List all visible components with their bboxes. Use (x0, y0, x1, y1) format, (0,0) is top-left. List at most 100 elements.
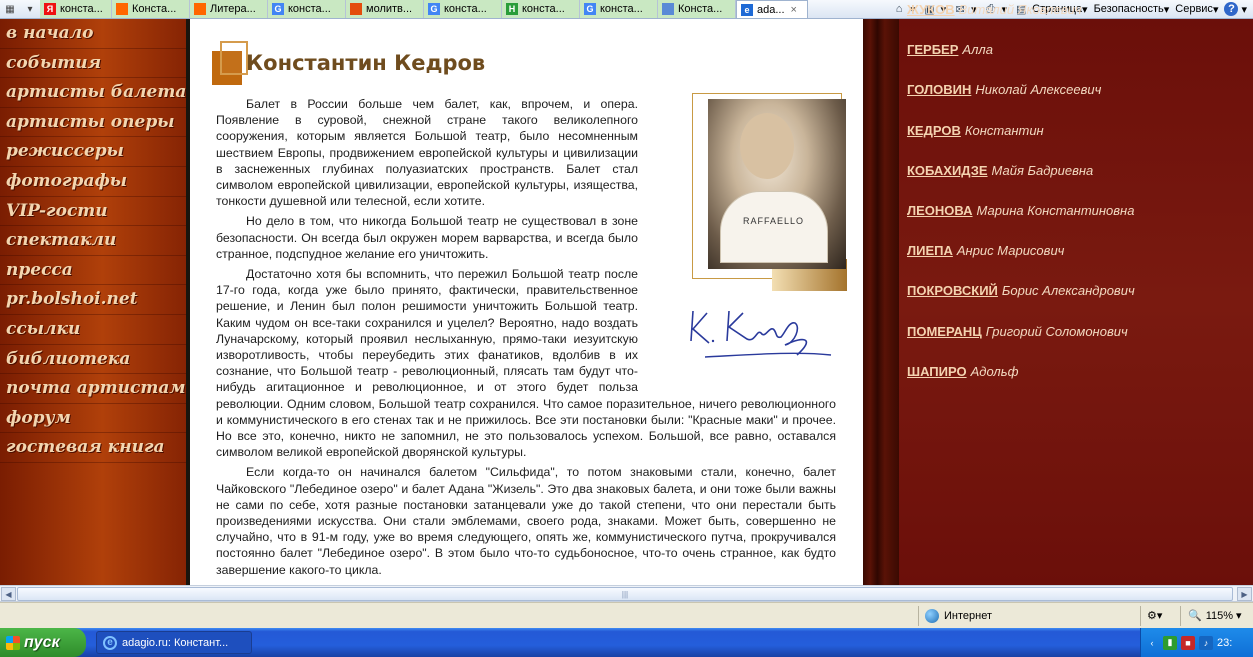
person-surname-link[interactable]: КЕДРОВ (907, 123, 961, 138)
taskbar-window-button[interactable]: e adagio.ru: Констант... (96, 631, 252, 654)
close-tab-icon[interactable]: × (791, 4, 797, 16)
horizontal-scrollbar[interactable]: ◀ ||| ▶ (0, 585, 1253, 602)
person-surname-link[interactable]: ПОКРОВСКИЙ (907, 283, 998, 298)
zoom-icon: 🔍 (1188, 610, 1202, 622)
service-menu[interactable]: Сервис ▾ (1175, 3, 1218, 16)
nav-item[interactable]: режиссеры (0, 137, 186, 167)
browser-tab-label: Литера... (210, 3, 256, 15)
browser-tab[interactable]: Нконста... (502, 0, 580, 18)
photo-spacer (646, 92, 846, 382)
google-icon: G (428, 3, 440, 15)
browser-tab-label: Конста... (678, 3, 723, 15)
browser-tab[interactable]: Gконста... (424, 0, 502, 18)
person-entry: ПОКРОВСКИЙ Борис Александрович (907, 283, 1135, 298)
person-entry: ЖУКОВ Виталий Яковлевич (907, 2, 1082, 17)
person-given-name: Алла (962, 42, 993, 58)
nav-item[interactable]: почта артистам (0, 374, 186, 404)
browser-tab[interactable]: молитв... (346, 0, 424, 18)
person-surname-link[interactable]: ПОМЕРАНЦ (907, 324, 982, 339)
nav-item[interactable]: фотографы (0, 167, 186, 197)
person-entry: ГОЛОВИН Николай Алексеевич (907, 82, 1101, 97)
tab-list-chevron-icon[interactable]: ▾ (22, 2, 38, 16)
browser-tab-label: молитв... (366, 3, 413, 15)
start-label: пуск (24, 633, 60, 651)
browser-tab-label: конста... (288, 3, 331, 15)
nav-item[interactable]: библиотека (0, 345, 186, 375)
taskbar-window-label: adagio.ru: Констант... (122, 636, 229, 649)
person-entry: ШАПИРО Адольф (907, 364, 1018, 379)
person-surname-link[interactable]: ЛИЕПА (907, 243, 953, 258)
ie-icon: e (741, 3, 753, 16)
person-surname-link[interactable]: ГОЛОВИН (907, 82, 971, 97)
nav-item[interactable]: спектакли (0, 226, 186, 256)
system-tray: ‹ ▮ ■ ♪ 23: (1140, 628, 1253, 657)
person-entry: КОБАХИДЗЕ Майя Бадриевна (907, 163, 1093, 178)
nav-item[interactable]: пресса (0, 256, 186, 286)
person-surname-link[interactable]: ГЕРБЕР (907, 42, 958, 57)
windows-logo-icon (6, 635, 20, 650)
nb-icon: Н (506, 3, 518, 15)
status-bar: Интернет ⚙▾ 🔍 115% ▾ (0, 602, 1253, 628)
person-entry: ПОМЕРАНЦ Григорий Соломонович (907, 324, 1128, 339)
security-menu[interactable]: Безопасность ▾ (1094, 3, 1170, 16)
nav-item[interactable]: артисты балета (0, 78, 186, 108)
browser-tab[interactable]: Gконста... (580, 0, 658, 18)
protected-mode-icon[interactable]: ⚙▾ (1147, 609, 1162, 622)
person-given-name: Майя Бадриевна (991, 162, 1094, 178)
orange-square-icon (194, 3, 206, 15)
browser-tab[interactable]: Яконста... (40, 0, 112, 18)
scroll-left-icon[interactable]: ◀ (1, 587, 16, 601)
yandex-icon: Я (44, 3, 56, 15)
network-signal-icon[interactable]: ▮ (1163, 635, 1177, 650)
article-panel: Константин Кедров RAFFAELLO Балет в Росс… (190, 19, 863, 585)
scroll-right-icon[interactable]: ▶ (1237, 587, 1252, 601)
browser-tab-label: ada... (757, 3, 785, 16)
person-given-name: Борис Александрович (1001, 283, 1135, 299)
help-menu[interactable]: ? ▾ (1224, 2, 1247, 16)
person-given-name: Виталий Яковлевич (958, 2, 1082, 17)
volume-icon[interactable]: ♪ (1199, 635, 1213, 650)
browser-tab[interactable]: Конста... (112, 0, 190, 18)
zoom-level: 115% (1205, 609, 1234, 622)
nav-item[interactable]: артисты оперы (0, 108, 186, 138)
person-entry: ГЕРБЕР Алла (907, 42, 993, 57)
person-surname-link[interactable]: ЛЕОНОВА (907, 203, 973, 218)
nav-item[interactable]: pr.bolshoi.net (0, 285, 186, 315)
browser-tab[interactable]: Gконста... (268, 0, 346, 18)
taskbar: пуск e adagio.ru: Констант... ‹ ▮ ■ ♪ 23: (0, 628, 1253, 657)
person-given-name: Григорий Соломонович (985, 323, 1128, 339)
browser-tab-label: конста... (600, 3, 643, 15)
person-given-name: Анрис Марисович (956, 243, 1065, 259)
zone-label: Интернет (944, 610, 992, 622)
start-button[interactable]: пуск (0, 628, 86, 657)
antivirus-icon[interactable]: ■ (1181, 635, 1195, 650)
browser-tab[interactable]: Конста... (658, 0, 736, 18)
browser-tab[interactable]: e ada... × (736, 0, 808, 18)
nav-item[interactable]: события (0, 49, 186, 79)
person-surname-link[interactable]: ЖУКОВ (907, 2, 955, 17)
title-logo-icon (212, 41, 248, 85)
person-surname-link[interactable]: КОБАХИДЗЕ (907, 163, 988, 178)
person-entry: КЕДРОВ Константин (907, 123, 1044, 138)
person-given-name: Марина Константиновна (976, 203, 1135, 218)
nav-item[interactable]: гостевая книга (0, 433, 186, 463)
scrollbar-thumb[interactable]: ||| (17, 587, 1233, 601)
service-menu-label: Сервис (1175, 3, 1213, 15)
google-icon: G (584, 3, 596, 15)
browser-tab[interactable]: Литера... (190, 0, 268, 18)
person-surname-link[interactable]: ШАПИРО (907, 364, 967, 379)
page-title: Константин Кедров (246, 51, 486, 75)
page-icon (662, 3, 674, 15)
google-icon: G (272, 3, 284, 15)
zoom-chevron-icon: ▾ (1236, 610, 1242, 622)
tray-arrow-icon[interactable]: ‹ (1145, 636, 1159, 650)
nav-item[interactable]: в начало (0, 19, 186, 49)
nav-item[interactable]: ссылки (0, 315, 186, 345)
person-entry: ЛЕОНОВА Марина Константиновна (907, 203, 1134, 218)
nav-item[interactable]: VIP-гости (0, 197, 186, 227)
security-zone: Интернет (925, 609, 992, 623)
clock: 23: (1217, 636, 1233, 649)
zoom-control[interactable]: 🔍 115% ▾ (1188, 609, 1242, 623)
nav-item[interactable]: форум (0, 404, 186, 434)
quick-tabs-icon[interactable]: ▦ (2, 2, 18, 16)
